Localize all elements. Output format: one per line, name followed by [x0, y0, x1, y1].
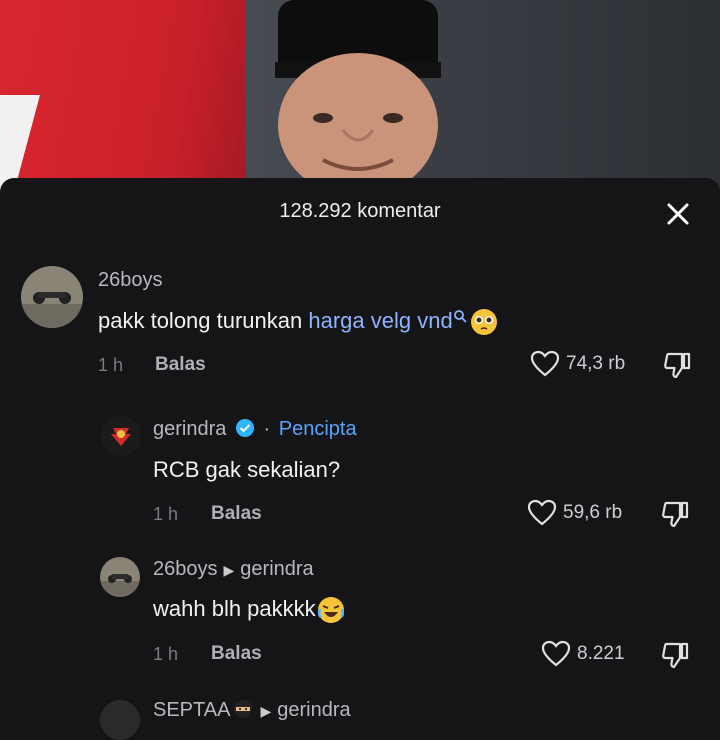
- comment-username: 26boys ▶ gerindra: [153, 558, 314, 581]
- like-button[interactable]: 59,6 rb: [527, 499, 622, 527]
- heart-icon: [527, 499, 557, 526]
- triangle-right-icon: ▶: [223, 562, 235, 578]
- comment-count-title: 128.292 komentar: [279, 200, 441, 222]
- like-count: 8.221: [577, 643, 625, 664]
- like-count: 74,3 rb: [566, 353, 626, 374]
- laughing-emoji: [317, 597, 344, 623]
- comment-time: 1 h: [153, 504, 179, 524]
- like-button[interactable]: 74,3 rb: [530, 350, 625, 378]
- search-link[interactable]: harga velg vnd: [308, 308, 452, 333]
- comment-text: RCB gak sekalian?: [153, 457, 341, 482]
- reply-button[interactable]: Balas: [211, 503, 262, 525]
- triangle-right-icon: ▶: [260, 703, 272, 719]
- comment-username: gerindra · Pencipta: [153, 418, 357, 441]
- verified-badge-icon: [235, 419, 254, 437]
- reply-to-username[interactable]: gerindra: [240, 558, 313, 580]
- dislike-icon[interactable]: [662, 350, 692, 380]
- comment-text: pakk tolong turunkan harga velg vnd: [98, 307, 499, 337]
- comment-username: SEPTAA ▶ gerindra: [153, 698, 351, 722]
- comment-username-text[interactable]: gerindra: [153, 418, 226, 440]
- heart-icon: [530, 350, 560, 377]
- close-icon[interactable]: [662, 198, 694, 230]
- comment-username[interactable]: 26boys: [98, 269, 163, 292]
- portrait-figure: [275, 0, 441, 197]
- ninja-emoji: [234, 700, 253, 718]
- comment-time: 1 h: [98, 355, 124, 375]
- creator-label: Pencipta: [278, 418, 357, 440]
- reply-button[interactable]: Balas: [155, 354, 206, 376]
- avatar[interactable]: [100, 557, 140, 597]
- dislike-icon[interactable]: [660, 640, 690, 670]
- comment-username-text[interactable]: SEPTAA: [153, 699, 230, 721]
- like-count: 59,6 rb: [563, 502, 623, 523]
- pleading-face-emoji: [470, 309, 497, 335]
- comment-username-text[interactable]: 26boys: [153, 558, 218, 580]
- dislike-icon[interactable]: [660, 499, 690, 529]
- heart-icon: [541, 640, 571, 667]
- comment-time: 1 h: [153, 644, 179, 664]
- comment-text-plain: wahh blh pakkkk: [153, 595, 316, 621]
- reply-to-username[interactable]: gerindra: [277, 699, 350, 721]
- avatar[interactable]: [101, 416, 141, 456]
- post-photo: [0, 0, 720, 200]
- role-separator: ·: [263, 418, 271, 440]
- reply-button[interactable]: Balas: [211, 643, 262, 665]
- comment-text-plain: pakk tolong turunkan: [98, 307, 309, 333]
- comment-text: wahh blh pakkkk: [153, 595, 346, 625]
- avatar[interactable]: [21, 266, 83, 328]
- avatar[interactable]: [100, 700, 140, 740]
- search-icon[interactable]: [453, 309, 469, 325]
- like-button[interactable]: 8.221: [541, 640, 625, 668]
- comment-sheet: 128.292 komentar 26boys pakk tolong turu…: [0, 178, 720, 740]
